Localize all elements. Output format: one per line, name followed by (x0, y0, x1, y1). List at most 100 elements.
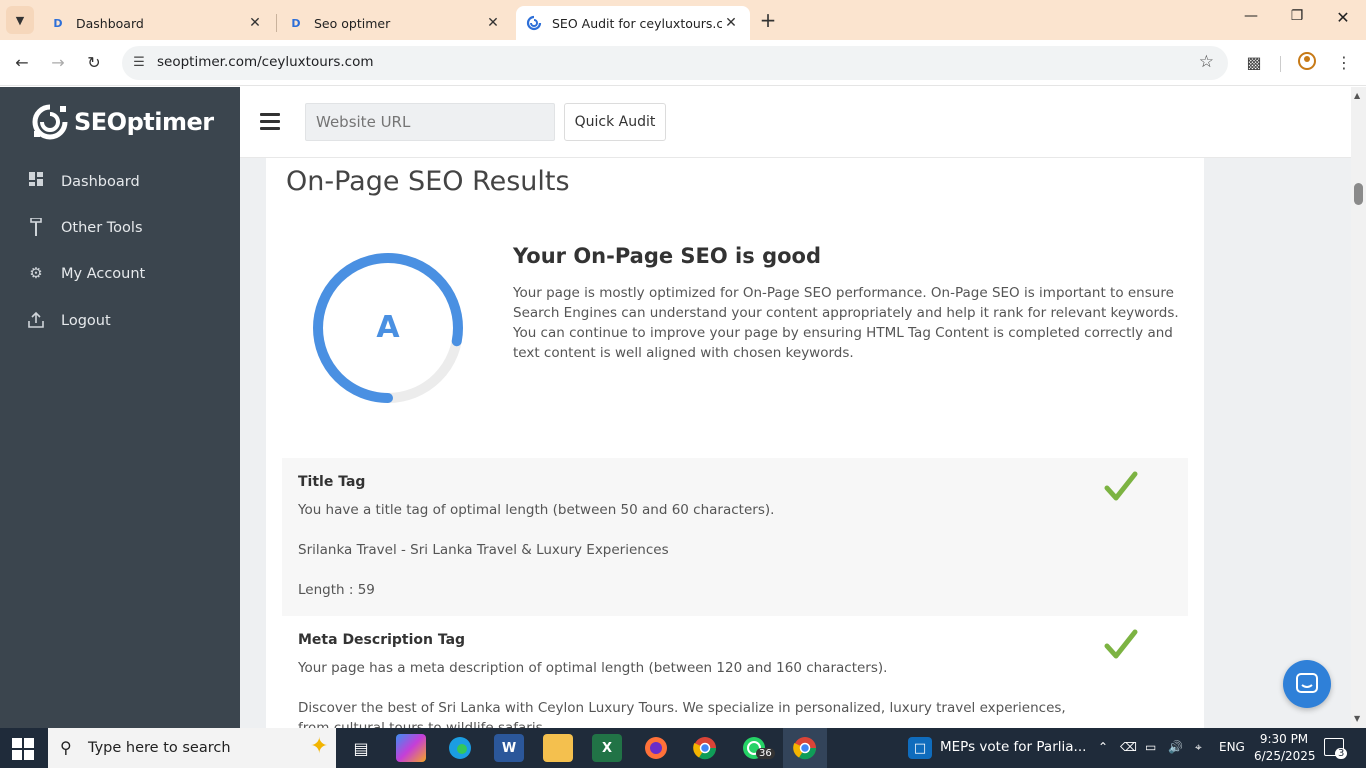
profile-icon[interactable] (1295, 51, 1319, 75)
browser-tab-strip: ▼ D Dashboard ✕ D Seo optimer ✕ SEO Audi… (0, 0, 1366, 40)
chrome-active-icon[interactable] (783, 728, 827, 768)
scrollbar-thumb[interactable] (1354, 183, 1363, 205)
title-tag-heading: Title Tag (298, 474, 366, 490)
gear-icon: ⚙ (29, 264, 43, 282)
whatsapp-badge: 36 (756, 748, 775, 759)
bookmark-star-icon[interactable]: ☆ (1199, 52, 1214, 72)
logo-icon (30, 103, 70, 141)
chrome-profile-icon[interactable] (690, 734, 720, 762)
new-tab-button[interactable]: + (758, 10, 778, 30)
app-header: Quick Audit (240, 87, 1351, 158)
windows-taskbar: ⚲ Type here to search ✦ ▤ W X 36 □ MEPs … (0, 728, 1366, 768)
excel-icon[interactable]: X (592, 734, 622, 762)
whatsapp-icon[interactable]: 36 (739, 734, 775, 762)
clock-date: 6/25/2025 (1254, 749, 1316, 763)
news-headline[interactable]: MEPs vote for Parlia... (940, 739, 1086, 755)
meta-description-heading: Meta Description Tag (298, 632, 466, 648)
tab-seo-optimer[interactable]: D Seo optimer ✕ (278, 6, 512, 40)
news-widget-icon[interactable]: □ (908, 737, 932, 759)
meta-description-status: Your page has a meta description of opti… (298, 660, 888, 676)
copilot-icon[interactable] (396, 734, 426, 762)
title-tag-row: Title Tag You have a title tag of optima… (282, 458, 1188, 616)
main-content: On-Page SEO Results A Your On-Page SEO i… (240, 158, 1351, 728)
sidebar-item-my-account[interactable]: ⚙ My Account (26, 264, 145, 284)
search-icon: ⚲ (60, 738, 72, 757)
chat-widget-button[interactable] (1283, 660, 1331, 708)
firefox-icon[interactable] (641, 734, 671, 762)
taskbar-search[interactable]: ⚲ Type here to search ✦ (48, 728, 336, 768)
app-sidebar: SEOptimer Dashboard Other Tools ⚙ My Acc… (0, 87, 240, 728)
meet-icon[interactable]: ▭ (1145, 740, 1156, 754)
section-title: On-Page SEO Results (286, 166, 570, 197)
tab-seo-audit[interactable]: SEO Audit for ceyluxtours.com ✕ (516, 6, 750, 40)
grade-letter: A (376, 310, 400, 345)
language-indicator[interactable]: ENG (1219, 740, 1245, 754)
back-button[interactable]: ← (11, 52, 33, 74)
minimize-button[interactable]: — (1228, 8, 1274, 32)
dashboard-favicon-icon: D (53, 16, 63, 30)
page-scrollbar[interactable]: ▲ ▼ (1351, 87, 1366, 728)
meta-description-value: Discover the best of Sri Lanka with Ceyl… (298, 700, 1066, 728)
site-info-icon[interactable]: ☰ (128, 52, 150, 74)
sidebar-item-label: Logout (61, 313, 111, 329)
tab-label: SEO Audit for ceyluxtours.com (552, 15, 722, 31)
tab-separator (276, 14, 277, 32)
edge-icon[interactable] (445, 734, 475, 762)
website-url-input[interactable] (305, 103, 555, 141)
logo-text: SEOptimer (74, 108, 214, 136)
dashboard-icon (26, 172, 46, 192)
scroll-up-arrow[interactable]: ▲ (1354, 91, 1360, 100)
seo-optimer-favicon-icon: D (291, 16, 301, 30)
address-bar[interactable]: ☰ seoptimer.com/ceyluxtours.com ☆ (122, 46, 1228, 80)
extensions-icon[interactable]: ▩ (1242, 51, 1266, 75)
forward-button[interactable]: → (47, 52, 69, 74)
logout-icon (26, 311, 46, 331)
sidebar-item-dashboard[interactable]: Dashboard (26, 172, 140, 192)
title-tag-value: Srilanka Travel - Sri Lanka Travel & Lux… (298, 542, 669, 558)
windows-start-icon[interactable] (12, 738, 34, 760)
summary-text: Your page is mostly optimized for On-Pag… (513, 285, 1179, 361)
close-tab-icon[interactable]: ✕ (484, 15, 502, 31)
word-icon[interactable]: W (494, 734, 524, 762)
address-url[interactable]: seoptimer.com/ceyluxtours.com (157, 54, 373, 70)
tab-search-button[interactable]: ▼ (6, 6, 34, 34)
tab-label: Seo optimer (314, 15, 391, 31)
hamburger-menu-icon[interactable] (260, 113, 280, 131)
toolbar-divider (1280, 56, 1281, 72)
summary-heading: Your On-Page SEO is good (513, 244, 821, 268)
sidebar-item-label: My Account (61, 266, 146, 282)
browser-menu-icon[interactable]: ⋮ (1332, 51, 1356, 75)
quick-audit-button[interactable]: Quick Audit (564, 103, 666, 141)
browser-toolbar: ← → ↻ ☰ seoptimer.com/ceyluxtours.com ☆ … (0, 40, 1366, 86)
close-tab-icon[interactable]: ✕ (246, 15, 264, 31)
tab-label: Dashboard (76, 15, 144, 31)
search-highlight-icon: ✦ (310, 734, 329, 759)
sidebar-item-label: Other Tools (61, 220, 143, 236)
reload-button[interactable]: ↻ (83, 52, 105, 74)
input-indicator-icon[interactable]: ⌫ (1120, 740, 1137, 754)
sidebar-item-logout[interactable]: Logout (26, 311, 111, 331)
taskbar-search-placeholder: Type here to search (88, 740, 231, 756)
seoptimer-logo[interactable]: SEOptimer (30, 103, 214, 141)
tab-dashboard[interactable]: D Dashboard ✕ (40, 6, 274, 40)
tools-icon (26, 217, 46, 238)
chat-icon (1296, 673, 1318, 693)
title-tag-length: Length : 59 (298, 582, 375, 598)
restore-button[interactable]: ❐ (1274, 8, 1320, 32)
seoptimer-favicon-icon (526, 15, 542, 31)
close-tab-icon[interactable]: ✕ (722, 15, 740, 31)
scroll-down-arrow[interactable]: ▼ (1354, 714, 1360, 723)
task-view-icon[interactable]: ▤ (346, 734, 376, 762)
volume-icon[interactable]: 🔊 (1168, 740, 1183, 754)
notification-count: 3 (1335, 748, 1348, 759)
taskbar-clock[interactable]: 9:30 PM 6/25/2025 (1254, 731, 1316, 765)
check-icon (1104, 471, 1138, 501)
network-icon[interactable]: ⌖ (1195, 740, 1202, 755)
file-explorer-icon[interactable] (543, 734, 573, 762)
tray-overflow-icon[interactable]: ⌃ (1098, 740, 1108, 754)
close-window-button[interactable]: ✕ (1320, 8, 1366, 32)
sidebar-item-other-tools[interactable]: Other Tools (26, 217, 143, 238)
title-tag-status: You have a title tag of optimal length (… (298, 502, 775, 518)
on-page-seo-card: On-Page SEO Results A Your On-Page SEO i… (266, 158, 1204, 728)
check-icon (1104, 629, 1138, 659)
